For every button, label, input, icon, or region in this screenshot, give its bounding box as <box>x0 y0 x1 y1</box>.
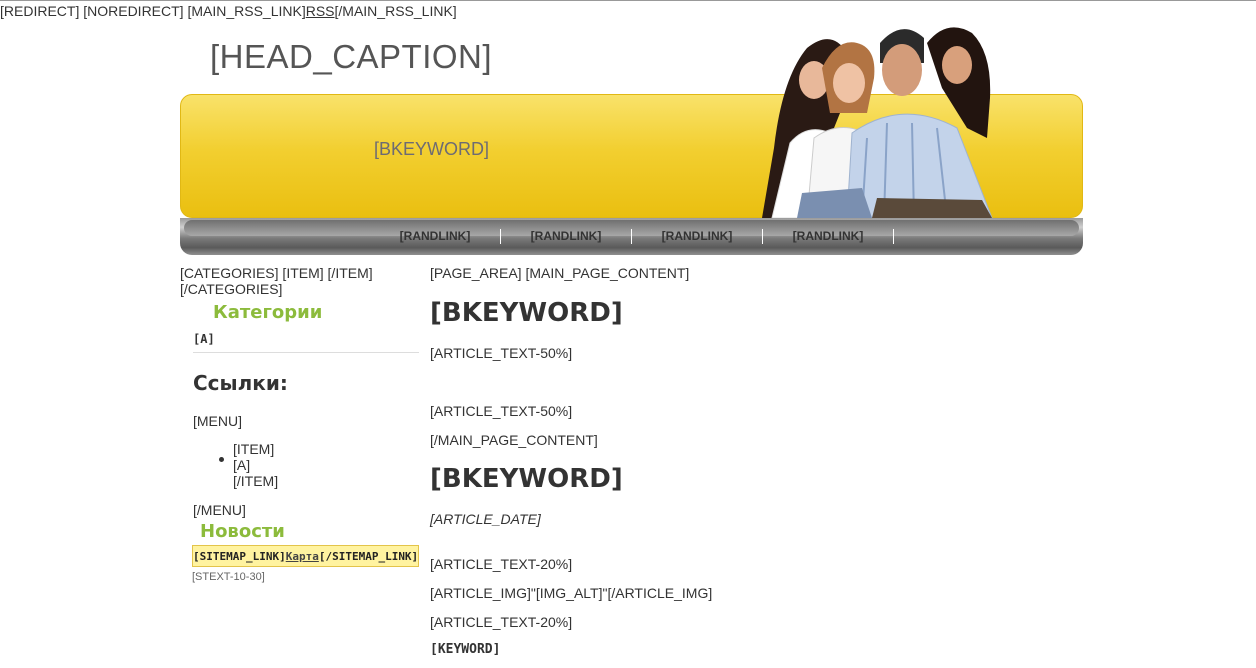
nav-link-4[interactable]: [RANDLINK] <box>763 229 894 244</box>
nav-link-1[interactable]: [RANDLINK] <box>370 229 501 244</box>
categories-tags: [CATEGORIES] [ITEM] [/ITEM] [/CATEGORIES… <box>180 265 420 297</box>
sitemap-suffix: [/SITEMAP_LINK] <box>318 550 419 563</box>
links-title: Ссылки: <box>193 371 288 395</box>
top-divider <box>0 0 1256 1</box>
face-middle-person <box>833 63 865 103</box>
content-heading-1: [BKEYWORD] <box>430 298 623 328</box>
main-content: [PAGE_AREA] [MAIN_PAGE_CONTENT] [BKEYWOR… <box>430 265 1080 657</box>
menu-close-tag: [/MENU] <box>193 502 246 518</box>
article-text-20-second: [ARTICLE_TEXT-20%] <box>430 614 573 630</box>
menu-open-tag: [MENU] <box>193 413 242 429</box>
trousers-man <box>872 198 992 218</box>
main-content-close-tag: [/MAIN_PAGE_CONTENT] <box>430 432 598 448</box>
sitemap-box: [SITEMAP_LINK]Карта[/SITEMAP_LINK] <box>192 545 419 567</box>
keyword-tag: [KEYWORD] <box>430 642 501 657</box>
categories-tags-line-1: [CATEGORIES] [ITEM] [/ITEM] <box>180 265 373 281</box>
article-text-50-second: [ARTICLE_TEXT-50%] <box>430 403 573 419</box>
article-text-20-first: [ARTICLE_TEXT-20%] <box>430 556 573 572</box>
nav-link-2[interactable]: [RANDLINK] <box>501 229 632 244</box>
face-man <box>882 44 922 96</box>
face-right-person <box>942 46 972 84</box>
sitemap-link[interactable]: Карта <box>286 550 319 563</box>
bullet-icon <box>219 457 224 462</box>
navigation-links: [RANDLINK] [RANDLINK] [RANDLINK] [RANDLI… <box>370 229 894 244</box>
menu-list: [ITEM] [A] [/ITEM] <box>219 441 420 489</box>
categories-tags-line-2: [/CATEGORIES] <box>180 281 283 297</box>
category-link[interactable]: [A] <box>193 332 419 353</box>
head-caption: [HEAD_CAPTION] <box>210 38 493 75</box>
news-title: Новости <box>200 521 285 542</box>
article-image-tag: [ARTICLE_IMG]"[IMG_ALT]"[/ARTICLE_IMG] <box>430 585 713 601</box>
short-text-tag: [STEXT-10-30] <box>192 571 265 583</box>
sidebar: [CATEGORIES] [ITEM] [/ITEM] [/CATEGORIES… <box>180 265 420 583</box>
article-text-50-first: [ARTICLE_TEXT-50%] <box>430 345 573 361</box>
nav-link-3[interactable]: [RANDLINK] <box>632 229 763 244</box>
article-date: [ARTICLE_DATE] <box>430 511 541 527</box>
page-area-tags: [PAGE_AREA] [MAIN_PAGE_CONTENT] <box>430 265 690 281</box>
categories-title: Категории <box>213 302 323 323</box>
menu-item-close-tag: [/ITEM] <box>233 473 279 489</box>
banner-keyword: [BKEYWORD] <box>374 139 490 159</box>
sitemap-prefix: [SITEMAP_LINK] <box>193 550 286 563</box>
top-template-tags: [REDIRECT] [NOREDIRECT] [MAIN_RSS_LINK]R… <box>0 3 457 19</box>
family-photo <box>762 27 993 218</box>
menu-item-open-tag: [ITEM] <box>233 441 275 457</box>
top-tags-suffix: [/MAIN_RSS_LINK] <box>334 3 457 19</box>
rss-link[interactable]: RSS <box>306 3 335 19</box>
menu-item: [ITEM] [A] [/ITEM] <box>219 441 420 489</box>
top-tags-prefix: [REDIRECT] [NOREDIRECT] [MAIN_RSS_LINK] <box>0 3 306 19</box>
menu-item-link[interactable]: [A] <box>233 457 420 473</box>
jeans <box>797 188 872 218</box>
content-heading-2: [BKEYWORD] <box>430 464 623 494</box>
